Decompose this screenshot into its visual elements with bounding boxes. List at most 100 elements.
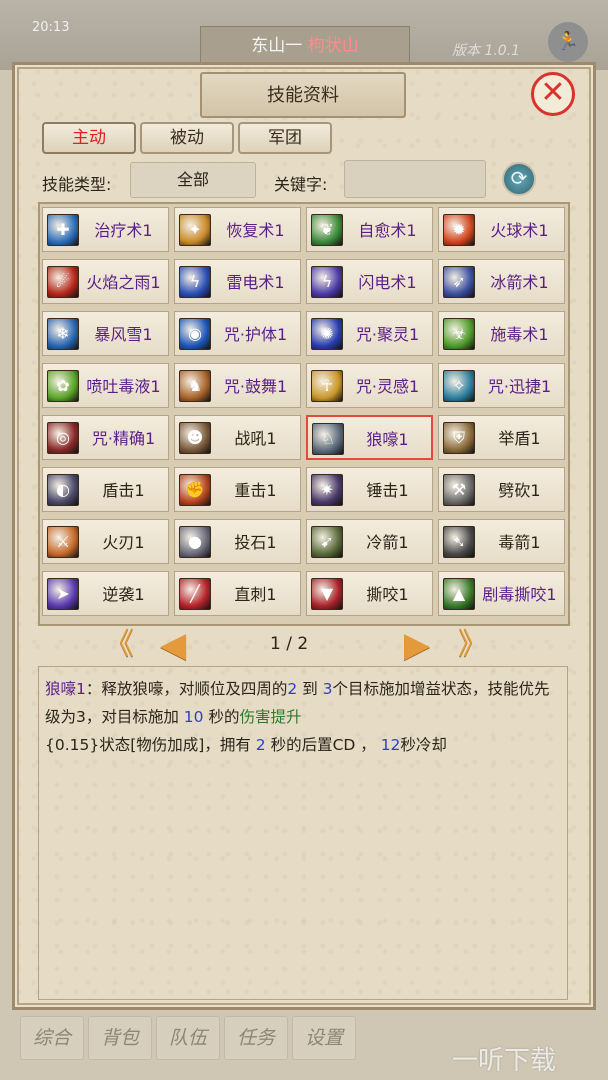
skill-cell[interactable]: ✷ 锤击1 <box>306 467 433 512</box>
skill-cell[interactable]: ✺ 咒·聚灵1 <box>306 311 433 356</box>
lightning-icon: ϟ <box>311 266 343 298</box>
location-banner: 东山一 枸状山 <box>200 26 410 66</box>
skill-cell[interactable]: ☥ 咒·灵感1 <box>306 363 433 408</box>
skill-cell[interactable]: ♘ 狼嚎1 <box>306 415 433 460</box>
page-indicator: 1 / 2 <box>270 634 309 654</box>
close-icon[interactable]: ✕ <box>531 72 575 116</box>
insight-icon: ☥ <box>311 370 343 402</box>
skill-label: 咒·精确1 <box>91 429 156 448</box>
skill-cell[interactable]: ⚒ 劈砍1 <box>438 467 565 512</box>
skill-cell[interactable]: ☣ 施毒术1 <box>438 311 565 356</box>
desc-number: 12 <box>380 736 401 754</box>
skill-label: 冷箭1 <box>366 533 409 552</box>
tab-1[interactable]: 被动 <box>140 122 234 154</box>
shield-spell-icon: ◉ <box>179 318 211 350</box>
skill-label: 狼嚎1 <box>366 430 409 449</box>
skill-label: 咒·迅捷1 <box>487 377 552 396</box>
skill-label: 暴风雪1 <box>94 325 153 344</box>
bite-icon: ▼ <box>311 578 343 610</box>
bottom-tab-0[interactable]: 综合 <box>20 1016 84 1060</box>
bottom-tab-1[interactable]: 背包 <box>88 1016 152 1060</box>
right-arrow-icon[interactable]: ▶ <box>404 628 430 662</box>
heavy-strike-icon: ✊ <box>179 474 211 506</box>
location-prefix: 东山一 <box>251 36 303 56</box>
desc-number: 2 <box>287 680 298 698</box>
skill-cell[interactable]: ╱ 直刺1 <box>174 571 301 616</box>
skill-cell[interactable]: ❦ 自愈术1 <box>306 207 433 252</box>
venom-bite-icon: ▲ <box>443 578 475 610</box>
desc-text: 秒的 <box>203 708 240 726</box>
skill-cell[interactable]: ⚔ 火刃1 <box>42 519 169 564</box>
skill-label: 咒·灵感1 <box>355 377 420 396</box>
precision-icon: ◎ <box>47 422 79 454</box>
skill-label: 火焰之雨1 <box>86 273 161 292</box>
desc-number: 2 <box>255 736 266 754</box>
left-arrow-icon[interactable]: ◀ <box>160 628 186 662</box>
skill-cell[interactable]: ☄ 火焰之雨1 <box>42 259 169 304</box>
shield-bash-icon: ◐ <box>47 474 79 506</box>
skill-label: 撕咬1 <box>366 585 409 604</box>
skill-label: 施毒术1 <box>490 325 549 344</box>
counter-icon: ➤ <box>47 578 79 610</box>
skill-label: 举盾1 <box>498 429 541 448</box>
skill-type-select[interactable]: 全部 <box>130 162 256 198</box>
fireball-icon: ✹ <box>443 214 475 246</box>
self-heal-icon: ❦ <box>311 214 343 246</box>
bottom-tab-2[interactable]: 队伍 <box>156 1016 220 1060</box>
skill-cell[interactable]: ϟ 闪电术1 <box>306 259 433 304</box>
skill-label: 恢复术1 <box>226 221 285 240</box>
skill-cell[interactable]: ✧ 咒·迅捷1 <box>438 363 565 408</box>
tab-2[interactable]: 军团 <box>238 122 332 154</box>
desc-number: 10 <box>183 708 204 726</box>
desc-number: 3 <box>322 680 333 698</box>
desc-text: ：释放狼嚎，对顺位及四周的 <box>85 680 288 698</box>
skill-label: 毒箭1 <box>498 533 541 552</box>
skill-cell[interactable]: ◐ 盾击1 <box>42 467 169 512</box>
skill-label: 雷电术1 <box>226 273 285 292</box>
desc-text: 到 <box>297 680 323 698</box>
watermark: 一听下载 <box>452 1046 557 1076</box>
runner-icon[interactable]: 🏃 <box>548 22 588 62</box>
wolf-howl-icon: ♘ <box>312 423 344 455</box>
skill-cell[interactable]: ☻ 战吼1 <box>174 415 301 460</box>
clock-text: 20:13 <box>32 20 70 35</box>
skill-cell[interactable]: ϟ 雷电术1 <box>174 259 301 304</box>
skill-cell[interactable]: ➶ 冰箭术1 <box>438 259 565 304</box>
skill-label: 重击1 <box>234 481 277 500</box>
skill-cell[interactable]: ◎ 咒·精确1 <box>42 415 169 460</box>
skill-cell[interactable]: ✹ 火球术1 <box>438 207 565 252</box>
skill-cell[interactable]: ♞ 咒·鼓舞1 <box>174 363 301 408</box>
refresh-icon[interactable]: ⟳ <box>502 162 536 196</box>
double-right-icon[interactable]: 》 <box>458 630 488 660</box>
skill-cell[interactable]: ✚ 治疗术1 <box>42 207 169 252</box>
bottom-tab-4[interactable]: 设置 <box>292 1016 356 1060</box>
keyword-input[interactable] <box>344 160 486 198</box>
keyword-label: 关键字: <box>274 175 328 194</box>
skill-cell[interactable]: ⛨ 举盾1 <box>438 415 565 460</box>
skill-cell[interactable]: ● 投石1 <box>174 519 301 564</box>
skill-label: 闪电术1 <box>358 273 417 292</box>
skill-label: 冰箭术1 <box>490 273 549 292</box>
skill-cell[interactable]: ➹ 冷箭1 <box>306 519 433 564</box>
skill-label: 锤击1 <box>366 481 409 500</box>
skill-label: 直刺1 <box>234 585 277 604</box>
bottom-tab-3[interactable]: 任务 <box>224 1016 288 1060</box>
thunder-icon: ϟ <box>179 266 211 298</box>
poison-icon: ☣ <box>443 318 475 350</box>
skill-cell[interactable]: ◉ 咒·护体1 <box>174 311 301 356</box>
skill-cell[interactable]: ➤ 逆袭1 <box>42 571 169 616</box>
skill-cell[interactable]: ▲ 剧毒撕咬1 <box>438 571 565 616</box>
skill-label: 投石1 <box>234 533 277 552</box>
tab-0[interactable]: 主动 <box>42 122 136 154</box>
skill-cell[interactable]: ➴ 毒箭1 <box>438 519 565 564</box>
skill-cell[interactable]: ✊ 重击1 <box>174 467 301 512</box>
skill-cell[interactable]: ▼ 撕咬1 <box>306 571 433 616</box>
skill-cell[interactable]: ✦ 恢复术1 <box>174 207 301 252</box>
skill-label: 战吼1 <box>234 429 277 448</box>
skill-label: 剧毒撕咬1 <box>482 585 557 604</box>
skill-cell[interactable]: ❄ 暴风雪1 <box>42 311 169 356</box>
spit-venom-icon: ✿ <box>47 370 79 402</box>
swift-icon: ✧ <box>443 370 475 402</box>
double-left-icon[interactable]: 《 <box>104 630 134 660</box>
skill-cell[interactable]: ✿ 喷吐毒液1 <box>42 363 169 408</box>
